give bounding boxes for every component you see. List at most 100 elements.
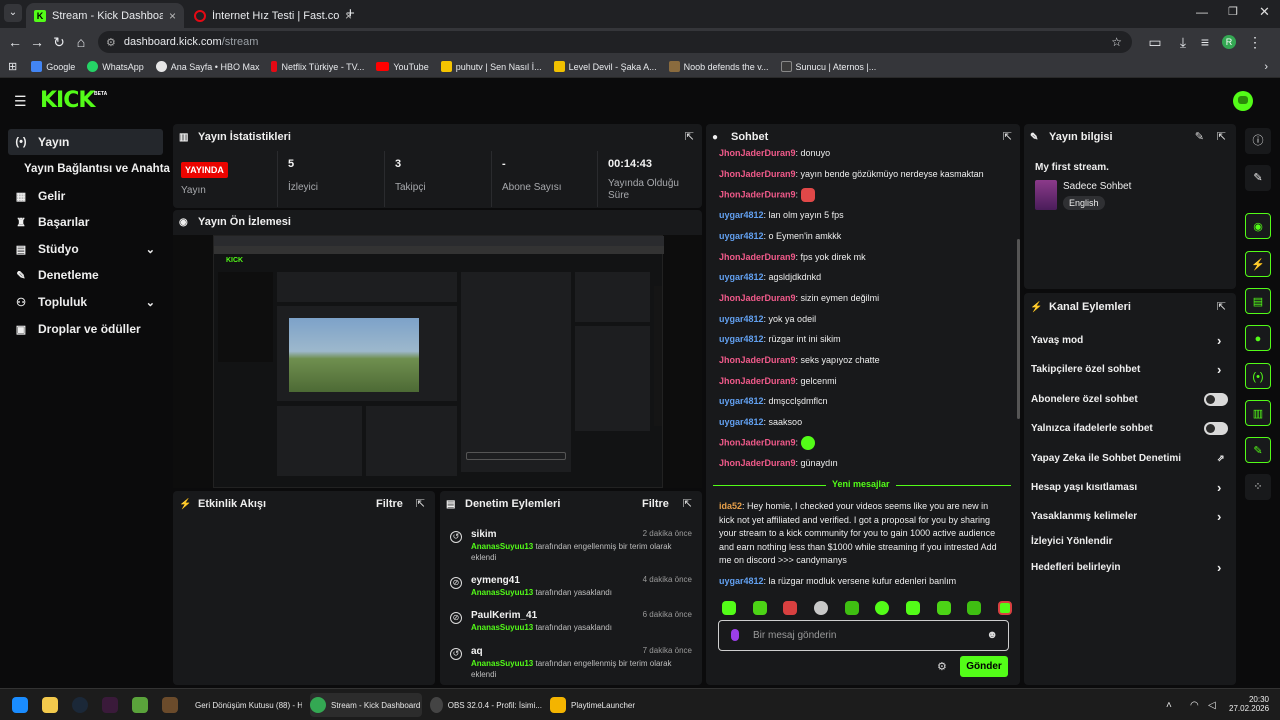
app-button[interactable]: [102, 693, 123, 717]
emote-icon[interactable]: [905, 601, 920, 615]
explorer-button[interactable]: [42, 693, 63, 717]
taskbar-chrome-recycle[interactable]: Geri Dönüşüm Kutusu (88) - Hr...: [190, 693, 302, 717]
taskbar-chrome-kick[interactable]: Stream - Kick Dashboard: [310, 693, 422, 717]
bookmark-netflix[interactable]: Netflix Türkiye - TV...: [271, 61, 364, 72]
category-name[interactable]: Sadece Sohbet: [1063, 181, 1131, 192]
cast-icon[interactable]: ▭: [1144, 34, 1166, 51]
bookmark-level-devil[interactable]: Level Devil - Şaka A...: [553, 61, 657, 72]
emote-icon[interactable]: [875, 601, 890, 615]
sidebar-item-studio[interactable]: ▤ Stüdyo ⌄: [8, 236, 163, 262]
expand-icon[interactable]: ⇱: [416, 497, 425, 510]
chat-settings-icon[interactable]: ⚙: [937, 660, 947, 673]
emote-icon[interactable]: [813, 601, 828, 615]
action-ai-moderation[interactable]: Yapay Zeka ile Sohbet Denetimi ⇗: [1031, 453, 1231, 464]
info-icon[interactable]: ⓘ: [1245, 128, 1271, 154]
steam-button[interactable]: [72, 693, 93, 717]
edit-icon[interactable]: ✎: [1195, 130, 1204, 143]
sidebar-item-achievements[interactable]: ♜ Başarılar: [8, 209, 163, 235]
document-toggle-icon[interactable]: ▤: [1245, 288, 1271, 314]
tab-kick-dashboard[interactable]: K Stream - Kick Dashboard ×: [26, 3, 184, 28]
taskbar-playtime[interactable]: PlaytimeLauncher: [550, 693, 662, 717]
action-account-age[interactable]: Hesap yaşı kısıtlaması ›: [1031, 480, 1231, 495]
minecraft-launcher-button[interactable]: [162, 693, 183, 717]
reading-list-icon[interactable]: ≡: [1194, 34, 1216, 50]
wrench-toggle-icon[interactable]: ✎: [1245, 437, 1271, 463]
emote-icon[interactable]: [844, 601, 859, 615]
activity-filter-button[interactable]: Filtre: [376, 498, 403, 510]
minimize-icon[interactable]: —: [1196, 5, 1208, 19]
address-bar[interactable]: ⚙ dashboard.kick.com/stream ☆: [98, 31, 1132, 53]
more-widgets-icon[interactable]: ⁘: [1245, 474, 1271, 500]
action-raid[interactable]: İzleyici Yönlendir: [1031, 536, 1231, 547]
site-info-icon[interactable]: ⚙: [106, 36, 116, 49]
maximize-icon[interactable]: ❐: [1228, 5, 1238, 18]
sidebar-item-stream[interactable]: (•) Yayın: [8, 129, 163, 155]
browser-menu-icon[interactable]: ⋮: [1244, 34, 1266, 51]
expand-icon[interactable]: ⇱: [683, 497, 692, 510]
emote-icon[interactable]: [722, 601, 736, 615]
start-button[interactable]: [12, 693, 28, 717]
bookmark-aternos[interactable]: Sunucu | Aternos |...: [780, 61, 876, 72]
kick-logo[interactable]: KICK: [40, 88, 95, 113]
bookmark-whatsapp[interactable]: WhatsApp: [87, 61, 144, 72]
mod-filter-button[interactable]: Filtre: [642, 498, 669, 510]
reload-icon[interactable]: ↻: [48, 34, 70, 51]
wifi-icon[interactable]: ◠: [1190, 693, 1199, 717]
edit-icon[interactable]: ✎: [1245, 165, 1271, 191]
bookmark-hbo[interactable]: Ana Sayfa • HBO Max: [155, 61, 259, 72]
bookmark-youtube[interactable]: YouTube: [376, 62, 429, 72]
chat-scrollbar[interactable]: [1017, 239, 1020, 419]
preview-toggle-icon[interactable]: ◉: [1245, 213, 1271, 239]
action-banned-words[interactable]: Yasaklanmış kelimeler ›: [1031, 509, 1231, 524]
sidebar-item-drops[interactable]: ▣ Droplar ve ödüller: [8, 316, 163, 342]
forward-icon[interactable]: →: [26, 34, 48, 50]
send-button[interactable]: Gönder: [960, 656, 1008, 677]
broadcast-toggle-icon[interactable]: (•): [1245, 363, 1271, 389]
expand-icon[interactable]: ⇱: [685, 130, 694, 143]
chevron-down-icon[interactable]: ⌄: [146, 296, 155, 309]
sidebar-item-moderation[interactable]: ✎ Denetleme: [8, 262, 163, 288]
action-goals[interactable]: Hedefleri belirleyin ›: [1031, 560, 1231, 575]
download-icon[interactable]: ⤓: [1172, 34, 1194, 51]
bookmark-puhutv[interactable]: puhutv | Sen Nasıl İ...: [440, 61, 542, 72]
new-tab-button[interactable]: +: [346, 5, 355, 22]
sidebar-item-community[interactable]: ⚇ Topluluk ⌄: [8, 289, 163, 315]
hamburger-menu-icon[interactable]: ☰: [14, 93, 27, 110]
chevron-down-icon[interactable]: ⌄: [146, 243, 155, 256]
tab-fast-com[interactable]: İnternet Hız Testi | Fast.com ×: [186, 3, 360, 28]
bookmark-google[interactable]: Google: [31, 61, 75, 72]
emote-icon[interactable]: [783, 601, 798, 615]
back-icon[interactable]: ←: [4, 34, 26, 50]
home-icon[interactable]: ⌂: [70, 34, 92, 50]
sidebar-item-stream-key[interactable]: Yayın Bağlantısı ve Anahtarı: [18, 156, 170, 182]
tab-search-icon[interactable]: ⌄: [4, 4, 22, 22]
expand-icon[interactable]: ⇱: [1217, 130, 1226, 143]
window-close-icon[interactable]: ✕: [1259, 4, 1270, 20]
taskbar-obs[interactable]: OBS 32.0.4 - Profil: İsimi...: [430, 693, 542, 717]
clock[interactable]: 20:30 27.02.2026: [1229, 695, 1269, 713]
action-slow-mode[interactable]: Yavaş mod ›: [1031, 333, 1231, 348]
emote-icon[interactable]: [936, 601, 951, 615]
expand-icon[interactable]: ⇱: [1003, 130, 1012, 143]
emote-icon[interactable]: [752, 601, 767, 615]
emote-icon[interactable]: [967, 601, 982, 615]
emote-only-toggle[interactable]: [1204, 422, 1228, 435]
tray-overflow-icon[interactable]: ˄: [1166, 693, 1172, 717]
close-icon[interactable]: ×: [169, 9, 176, 23]
emote-icon[interactable]: [997, 601, 1012, 615]
activity-toggle-icon[interactable]: ⚡: [1245, 251, 1271, 277]
apps-icon[interactable]: ⊞: [8, 60, 17, 73]
bookmarks-overflow-icon[interactable]: ›: [1264, 61, 1268, 73]
profile-avatar[interactable]: R: [1222, 35, 1236, 49]
expand-icon[interactable]: ⇱: [1217, 300, 1226, 313]
chat-input[interactable]: Bir mesaj gönderin ☻: [718, 620, 1009, 651]
action-followers-only[interactable]: Takipçilere özel sohbet ›: [1031, 362, 1231, 377]
microphone-icon[interactable]: [731, 629, 739, 641]
minecraft-button[interactable]: [132, 693, 153, 717]
emoji-picker-icon[interactable]: ☻: [986, 629, 998, 641]
subscribers-only-toggle[interactable]: [1204, 393, 1228, 406]
chat-toggle-icon[interactable]: ●: [1245, 325, 1271, 351]
bookmark-star-icon[interactable]: ☆: [1111, 35, 1122, 49]
user-avatar[interactable]: [1233, 91, 1253, 111]
sidebar-item-revenue[interactable]: ▦ Gelir: [8, 183, 163, 209]
